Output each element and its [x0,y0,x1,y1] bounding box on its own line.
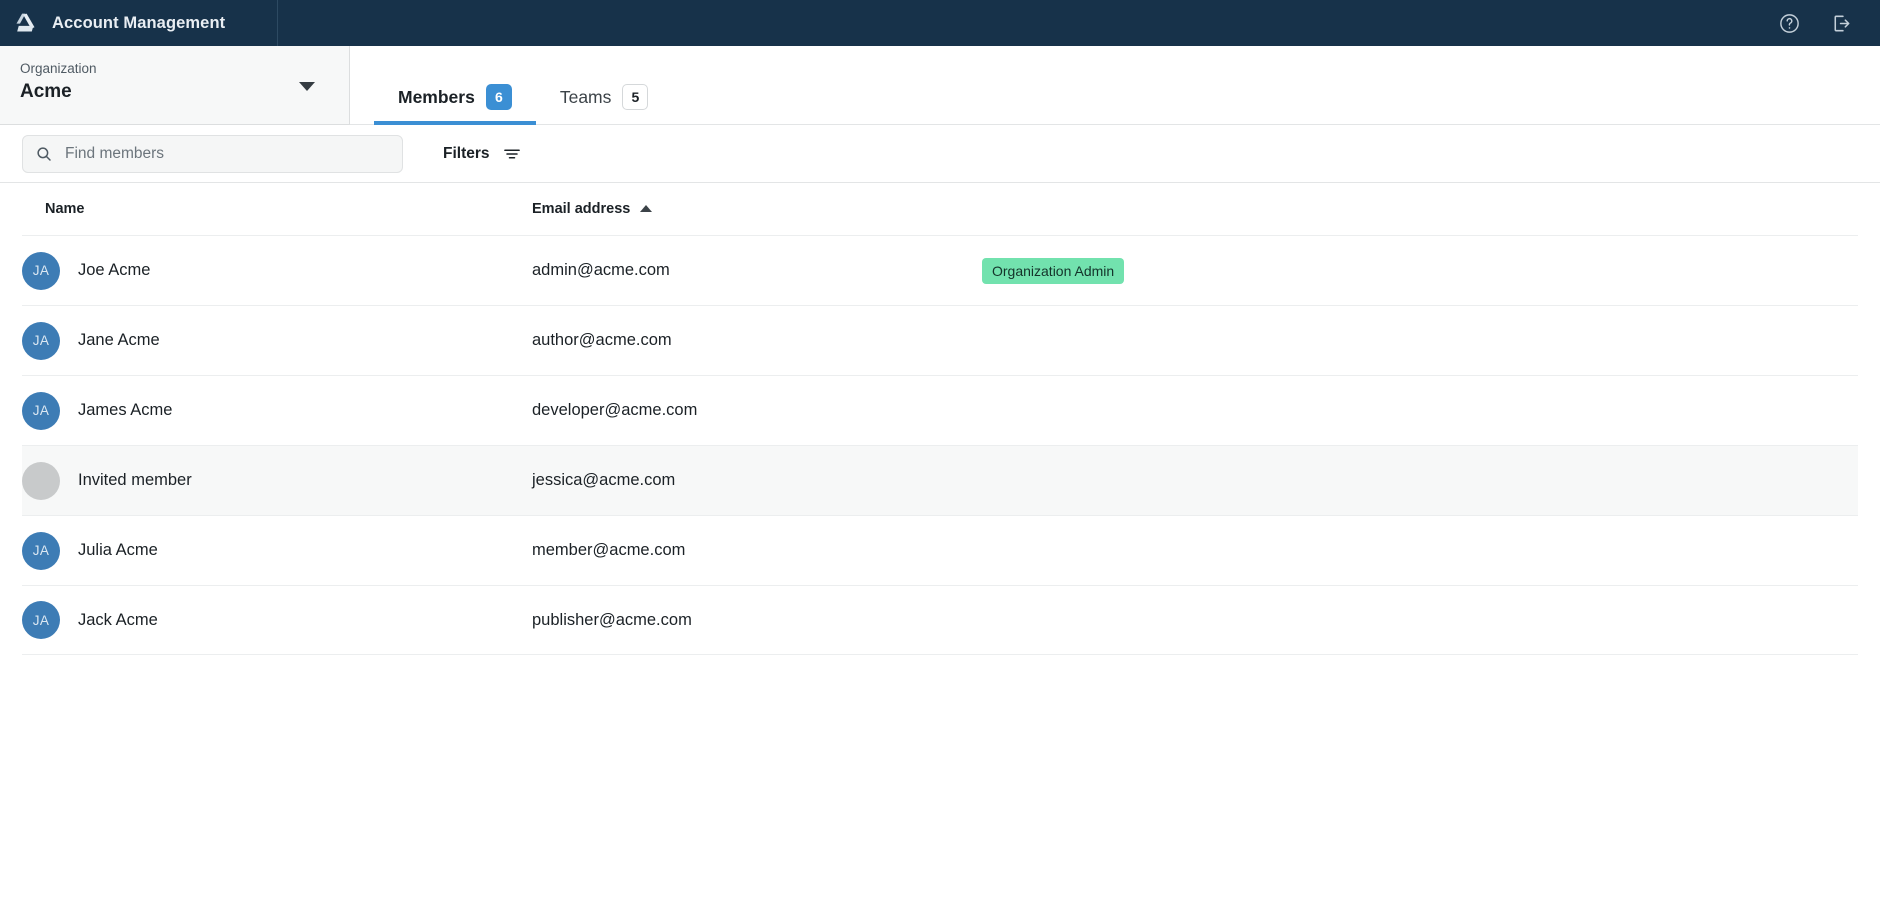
organization-value: Acme [20,81,72,102]
column-header-email[interactable]: Email address [532,201,982,217]
organization-label: Organization [20,61,97,76]
sort-ascending-caret-icon[interactable] [640,205,653,212]
cell-name: JA James Acme [22,391,532,430]
cell-name: JA Joe Acme [22,251,532,290]
column-header-name-label: Name [45,201,85,217]
table-row[interactable]: JA Julia Acme member@acme.com [22,515,1858,585]
table-row[interactable]: JA Joe Acme admin@acme.com Organization Adm… [22,235,1858,305]
tab-teams-count: 5 [622,84,649,110]
members-toolbar: Filters [0,125,1880,183]
members-table: Name Email address JA Joe Acme admin@acme.… [0,183,1880,655]
appbar-actions [1776,10,1880,36]
tab-teams-label: Teams [559,86,612,107]
member-name: Jack Acme [78,610,158,629]
column-header-email-label: Email address [532,201,631,217]
member-name: Jane Acme [78,331,160,349]
tab-members[interactable]: Members 6 [374,69,536,125]
member-email: jessica@acme.com [532,471,676,489]
table-body: JA Joe Acme admin@acme.com Organization Adm… [22,235,1858,655]
filters-button[interactable]: Filters [439,140,526,168]
chevron-down-icon[interactable] [299,82,315,91]
avatar: JA [22,531,60,570]
search-icon [35,145,53,163]
table-row[interactable]: JA Jack Acme publisher@acme.com [22,585,1858,655]
column-header-name[interactable]: Name [22,201,532,217]
tab-teams[interactable]: Teams 5 [536,69,673,125]
subheader-bar: Organization Acme Members 6 Teams 5 [0,46,1880,125]
member-name: Invited member [78,471,192,489]
search-input[interactable] [65,144,375,163]
sign-out-icon[interactable] [1828,10,1854,36]
tab-bar: Members 6 Teams 5 [350,46,1880,125]
filters-label: Filters [443,144,490,162]
cell-name: Invited member [22,461,532,500]
cell-name: JA Jack Acme [22,601,532,639]
app-title: Account Management [52,13,226,32]
member-email: member@acme.com [532,541,686,559]
member-name: James Acme [78,401,173,419]
table-header-row: Name Email address [22,183,1858,235]
member-email: author@acme.com [532,331,672,349]
member-email: admin@acme.com [532,261,670,279]
drive-triangle-logo-icon [10,8,40,38]
avatar: JA [22,391,60,430]
table-row[interactable]: JA James Acme developer@acme.com [22,375,1858,445]
avatar: JA [22,321,60,360]
question-circle-icon[interactable] [1776,10,1802,36]
avatar: JA [22,601,60,639]
app-header-bar: Account Management [0,0,1880,46]
avatar: JA [22,251,60,290]
cell-name: JA Jane Acme [22,321,532,360]
cell-role: Organization Admin [982,257,1858,284]
cell-name: JA Julia Acme [22,531,532,570]
role-badge: Organization Admin [982,257,1125,284]
avatar [22,461,60,500]
tab-members-label: Members [398,86,475,107]
member-email: developer@acme.com [532,401,698,419]
filter-lines-icon [502,144,522,164]
search-box[interactable] [22,134,403,173]
table-row[interactable]: Invited member jessica@acme.com [22,445,1858,515]
table-row[interactable]: JA Jane Acme author@acme.com [22,305,1858,375]
organization-selector[interactable]: Organization Acme [0,46,350,125]
member-email: publisher@acme.com [532,610,692,629]
brand-area: Account Management [0,0,278,46]
tab-members-count: 6 [485,84,512,110]
member-name: Julia Acme [78,541,158,559]
member-name: Joe Acme [78,261,151,279]
